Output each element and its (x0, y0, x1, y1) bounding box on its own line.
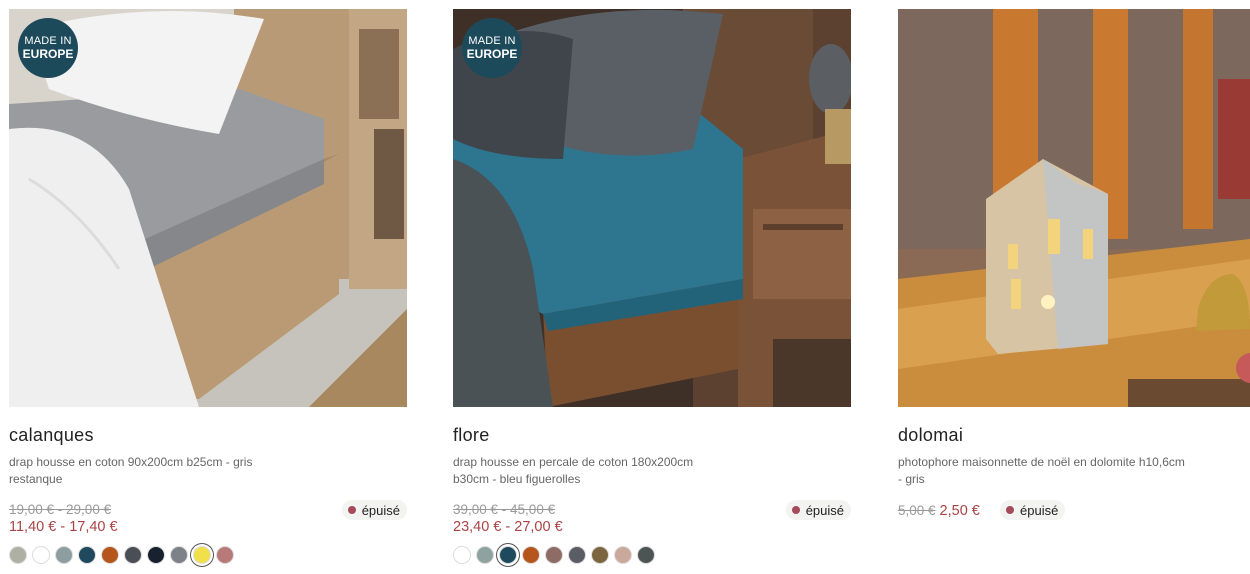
product-title[interactable]: calanques (9, 425, 407, 447)
color-swatch[interactable] (9, 546, 27, 564)
color-swatch[interactable] (522, 546, 540, 564)
product-card-calanques[interactable]: MADE IN EUROPE calanques drap housse en … (9, 9, 407, 564)
product-title[interactable]: dolomai (898, 425, 1250, 447)
stock-badge: épuisé (1000, 500, 1066, 520)
sale-price: 11,40 € - 17,40 € (9, 519, 118, 535)
made-in-europe-badge: MADE IN EUROPE (18, 18, 78, 78)
color-swatch[interactable] (32, 546, 50, 564)
price-row: 19,00 € - 29,00 € 11,40 € - 17,40 € épui… (9, 500, 407, 538)
color-swatch[interactable] (545, 546, 563, 564)
color-swatch[interactable] (170, 546, 188, 564)
product-description: drap housse en percale de coton 180x200c… (453, 455, 694, 486)
color-swatch[interactable] (453, 546, 471, 564)
color-swatch[interactable] (193, 546, 211, 564)
color-swatch[interactable] (499, 546, 517, 564)
product-image[interactable] (898, 9, 1250, 407)
color-swatch[interactable] (568, 546, 586, 564)
made-in-europe-badge: MADE IN EUROPE (462, 18, 522, 78)
product-image[interactable]: MADE IN EUROPE (9, 9, 407, 407)
product-card-flore[interactable]: MADE IN EUROPE flore drap housse en perc… (453, 9, 851, 564)
status-dot-icon (1006, 506, 1014, 514)
product-image[interactable]: MADE IN EUROPE (453, 9, 851, 407)
price-row: 5,00 € 2,50 € épuisé (898, 500, 1250, 538)
color-swatch[interactable] (591, 546, 609, 564)
color-swatches (453, 546, 851, 564)
color-swatch[interactable] (101, 546, 119, 564)
original-price: 5,00 € (898, 503, 936, 518)
sale-price: 23,40 € - 27,00 € (453, 519, 563, 535)
product-description: photophore maisonnette de noël en dolomi… (898, 455, 1185, 486)
color-swatch[interactable] (147, 546, 165, 564)
color-swatch[interactable] (476, 546, 494, 564)
stock-label: épuisé (361, 502, 400, 518)
product-title[interactable]: flore (453, 425, 851, 447)
house-candle-photo (898, 9, 1250, 407)
color-swatch[interactable] (216, 546, 234, 564)
sale-price: 2,50 € (939, 503, 980, 519)
color-swatch[interactable] (78, 546, 96, 564)
stock-badge: épuisé (785, 500, 851, 520)
status-dot-icon (791, 506, 800, 514)
product-card-dolomai[interactable]: dolomai photophore maisonnette de noël e… (898, 9, 1250, 538)
badge-line2: EUROPE (466, 47, 518, 61)
status-dot-icon (347, 506, 356, 514)
badge-line2: EUROPE (22, 47, 74, 61)
color-swatch[interactable] (124, 546, 142, 564)
stock-label: épuisé (1020, 502, 1059, 518)
price-row: 39,00 € - 45,00 € 23,40 € - 27,00 € épui… (453, 500, 851, 538)
color-swatch[interactable] (55, 546, 73, 564)
stock-badge: épuisé (341, 500, 407, 520)
stock-label: épuisé (805, 502, 844, 518)
price-inline: 5,00 € 2,50 € (898, 502, 1250, 521)
color-swatch[interactable] (614, 546, 632, 564)
product-description: drap housse en coton 90x200cm b25cm - gr… (9, 455, 253, 486)
color-swatch[interactable] (637, 546, 655, 564)
color-swatches (9, 546, 407, 564)
